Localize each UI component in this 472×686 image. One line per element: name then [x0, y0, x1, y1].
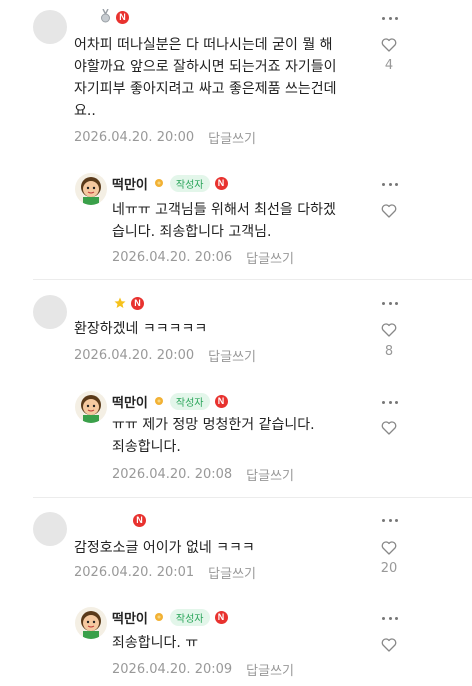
- heart-icon: [381, 204, 397, 218]
- reply-date: 2026.04.20. 20:08: [112, 467, 233, 482]
- comment-meta: 2026.04.20. 20:01 답글쓰기: [74, 563, 256, 582]
- like-button[interactable]: [381, 204, 397, 218]
- heart-icon: [381, 421, 397, 435]
- heart-icon: [381, 638, 397, 652]
- more-options-button[interactable]: [382, 617, 398, 621]
- heart-icon: [381, 323, 397, 337]
- level-icon: [153, 392, 165, 411]
- level-icon: [153, 174, 165, 193]
- comment-text: 환장하겠네 ㅋㅋㅋㅋㅋ: [74, 321, 208, 337]
- new-badge: N: [214, 610, 228, 624]
- like-count: 20: [380, 561, 398, 576]
- author-line: 떡만이 작성자 N: [112, 174, 228, 193]
- avatar[interactable]: [75, 391, 107, 423]
- like-count: 4: [384, 58, 394, 73]
- reply-meta: 2026.04.20. 20:06 답글쓰기: [112, 248, 294, 267]
- like-button[interactable]: [381, 638, 397, 652]
- like-button[interactable]: [381, 38, 397, 52]
- author-line: N: [114, 294, 144, 312]
- comment-date: 2026.04.20. 20:00: [74, 348, 195, 363]
- like-button[interactable]: [381, 421, 397, 435]
- heart-icon: [381, 38, 397, 52]
- heart-icon: [381, 541, 397, 555]
- reply-date: 2026.04.20. 20:06: [112, 250, 233, 265]
- avatar[interactable]: [75, 173, 107, 205]
- avatar[interactable]: [33, 295, 67, 329]
- author-name[interactable]: 떡만이: [112, 608, 148, 627]
- more-options-button[interactable]: [382, 519, 398, 523]
- author-line: 떡만이 작성자 N: [112, 392, 228, 411]
- reply-meta: 2026.04.20. 20:08 답글쓰기: [112, 465, 294, 484]
- author-line: 떡만이 작성자 N: [112, 608, 228, 627]
- comment-meta: 2026.04.20. 20:00 답글쓰기: [74, 128, 256, 147]
- comment-text: 감정호소글 어이가 없네 ㅋㅋㅋ: [74, 540, 255, 556]
- avatar[interactable]: [33, 512, 67, 546]
- star-icon: [114, 294, 126, 313]
- author-line: N: [133, 511, 146, 529]
- like-count: 8: [384, 344, 394, 359]
- more-options-button[interactable]: [382, 17, 398, 21]
- author-name[interactable]: 떡만이: [112, 174, 148, 193]
- new-badge: N: [131, 296, 144, 310]
- more-options-button[interactable]: [382, 183, 398, 187]
- medal-icon: [100, 8, 111, 27]
- author-line: N: [100, 8, 129, 26]
- reply-date: 2026.04.20. 20:09: [112, 662, 233, 677]
- reply-text: 네ㅠㅠ 고객님들 위해서 최선을 다하겠 습니다. 죄송합니다 고객님.: [112, 202, 336, 240]
- avatar[interactable]: [75, 607, 107, 639]
- reply-button[interactable]: 답글쓰기: [208, 346, 256, 365]
- new-badge: N: [214, 394, 228, 408]
- divider: [33, 497, 472, 498]
- like-button[interactable]: [381, 323, 397, 337]
- comment-meta: 2026.04.20. 20:00 답글쓰기: [74, 346, 256, 365]
- author-tag: 작성자: [169, 608, 210, 626]
- reply-meta: 2026.04.20. 20:09 답글쓰기: [112, 660, 294, 679]
- avatar[interactable]: [33, 10, 67, 44]
- like-button[interactable]: [381, 541, 397, 555]
- level-icon: [153, 608, 165, 627]
- comment-date: 2026.04.20. 20:00: [74, 130, 195, 145]
- reply-text: 죄송합니다. ㅠ: [112, 635, 199, 651]
- reply-button[interactable]: 답글쓰기: [208, 563, 256, 582]
- comment-date: 2026.04.20. 20:01: [74, 565, 195, 580]
- comment-text: 어차피 떠나실분은 다 떠나시는데 굳이 뭘 해 야할까요 앞으로 잘하시면 되…: [74, 37, 337, 119]
- reply-button[interactable]: 답글쓰기: [246, 660, 294, 679]
- more-options-button[interactable]: [382, 401, 398, 405]
- reply-button[interactable]: 답글쓰기: [246, 465, 294, 484]
- new-badge: N: [133, 513, 146, 527]
- author-name[interactable]: 떡만이: [112, 392, 148, 411]
- author-tag: 작성자: [169, 392, 210, 410]
- author-tag: 작성자: [169, 174, 210, 192]
- divider: [33, 279, 472, 280]
- reply-text: ㅠㅠ 제가 정망 멍청한거 같습니다. 죄송합니다.: [112, 417, 315, 455]
- new-badge: N: [116, 10, 129, 24]
- new-badge: N: [214, 176, 228, 190]
- reply-button[interactable]: 답글쓰기: [246, 248, 294, 267]
- reply-button[interactable]: 답글쓰기: [208, 128, 256, 147]
- more-options-button[interactable]: [382, 302, 398, 306]
